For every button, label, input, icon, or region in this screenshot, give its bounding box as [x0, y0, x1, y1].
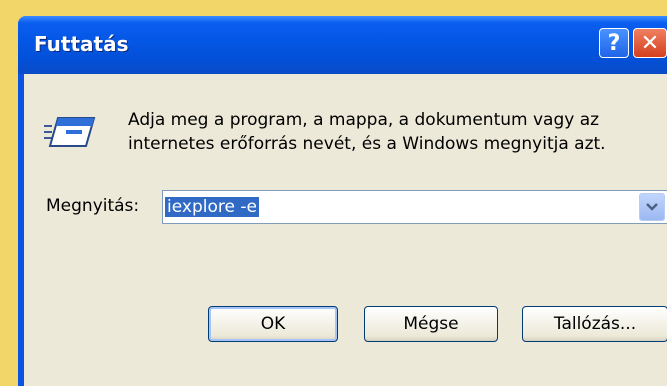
help-button[interactable]: ? — [599, 28, 629, 58]
title-bar[interactable]: Futtatás ? ✕ — [18, 16, 667, 74]
dropdown-button[interactable] — [639, 193, 665, 221]
description-line-1: Adja meg a program, a mappa, a dokumentu… — [128, 110, 600, 130]
description-line-2: internetes erőforrás nevét, és a Windows… — [128, 134, 606, 154]
ok-button[interactable]: OK — [208, 306, 338, 342]
browse-button[interactable]: Tallózás... — [522, 306, 667, 342]
chevron-down-icon — [646, 203, 658, 211]
open-label: Megnyitás: — [46, 196, 140, 216]
open-input-value: iexplore -e — [165, 197, 259, 217]
open-input[interactable]: iexplore -e — [165, 195, 625, 219]
window-title: Futtatás — [34, 32, 129, 56]
description-text: Adja meg a program, a mappa, a dokumentu… — [128, 108, 667, 156]
cancel-button[interactable]: Mégse — [364, 306, 498, 342]
run-program-icon — [44, 117, 96, 147]
dialog-body: Adja meg a program, a mappa, a dokumentu… — [24, 74, 667, 386]
open-combobox[interactable]: iexplore -e — [162, 190, 667, 224]
run-dialog: Futtatás ? ✕ Adja meg a program, a mappa… — [18, 16, 667, 386]
close-button[interactable]: ✕ — [633, 28, 667, 58]
